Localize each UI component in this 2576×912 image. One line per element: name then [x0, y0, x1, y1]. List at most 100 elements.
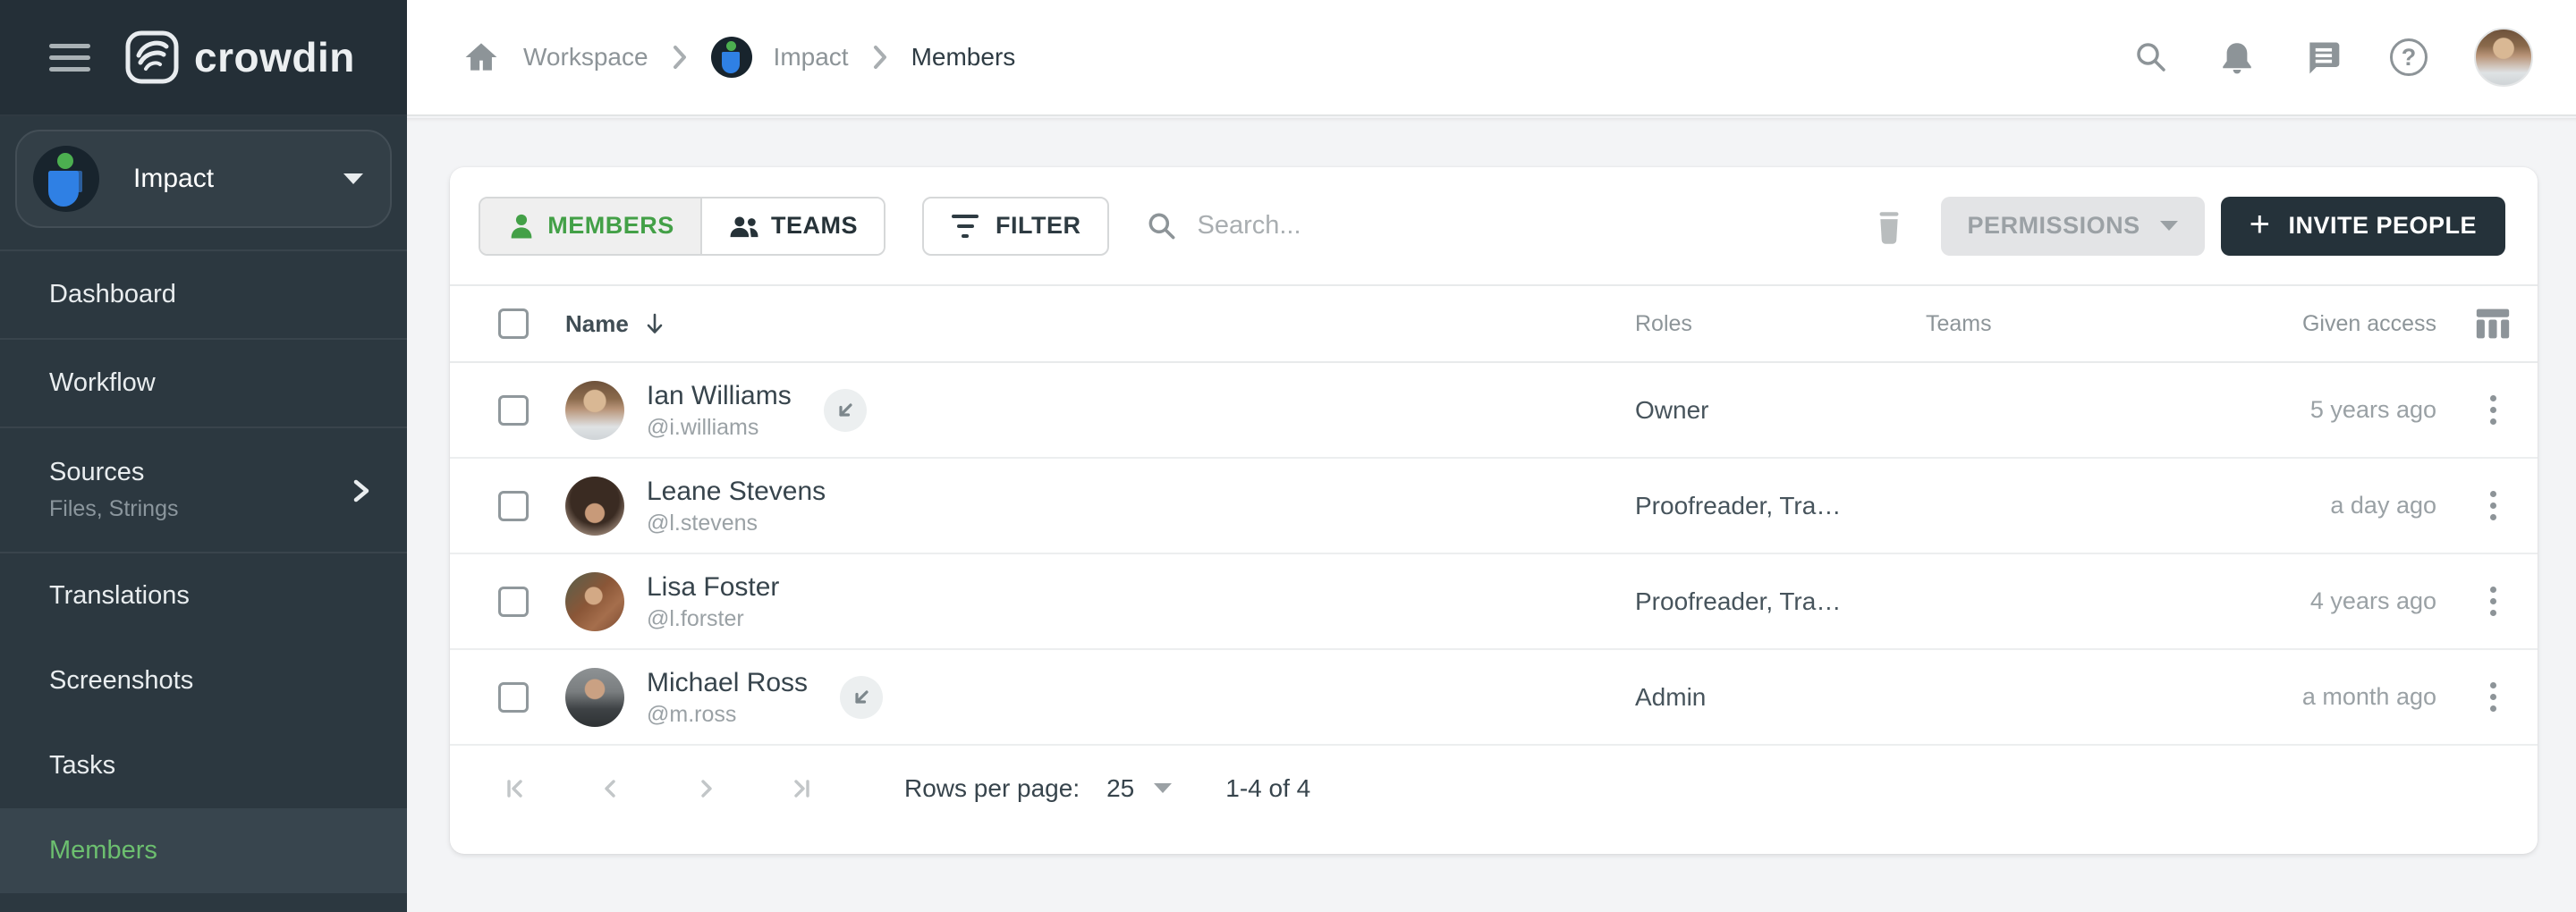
sidebar-item-label: Members — [49, 836, 157, 866]
row-checkbox[interactable] — [498, 491, 529, 521]
rows-per-page-select[interactable]: 25 — [1106, 774, 1172, 803]
table-row[interactable]: Michael Ross @m.ross Admin a month ago — [450, 650, 2538, 746]
member-avatar — [565, 477, 624, 536]
first-page-button[interactable] — [498, 771, 534, 806]
home-icon[interactable] — [461, 37, 502, 78]
tab-teams[interactable]: TEAMS — [702, 198, 884, 254]
trash-icon — [1870, 206, 1908, 247]
member-name: Michael Ross — [647, 667, 808, 699]
member-username: @l.forster — [647, 606, 779, 632]
member-name: Ian Williams — [647, 380, 792, 412]
row-menu-button[interactable] — [2481, 482, 2505, 529]
chevron-down-icon — [343, 173, 363, 184]
search-box — [1145, 209, 1572, 243]
arrow-southwest-badge — [840, 676, 883, 719]
view-switcher: MEMBERS TEAMS — [479, 197, 886, 256]
member-username: @l.stevens — [647, 511, 826, 536]
sidebar-item-label: Dashboard — [49, 280, 176, 309]
delete-button[interactable] — [1870, 206, 1908, 247]
chevron-right-icon — [348, 471, 375, 511]
sidebar-item-screenshots[interactable]: Screenshots — [0, 638, 407, 723]
pagination: Rows per page: 25 1-4 of 4 — [450, 746, 2538, 831]
brand-wordmark: crowdin — [194, 33, 355, 81]
row-menu-button[interactable] — [2481, 673, 2505, 721]
sidebar-item-label: Workflow — [49, 368, 156, 398]
last-page-icon — [783, 771, 818, 806]
sidebar-header: crowdin — [0, 0, 407, 116]
breadcrumb-members: Members — [911, 43, 1016, 72]
rows-per-page-value: 25 — [1106, 774, 1134, 803]
sidebar-item-sources[interactable]: Sources Files, Strings — [0, 428, 407, 553]
project-avatar — [33, 146, 99, 212]
sidebar-item-workflow[interactable]: Workflow — [0, 340, 407, 428]
table-row[interactable]: Ian Williams @i.williams Owner 5 years a… — [450, 363, 2538, 459]
member-name: Lisa Foster — [647, 571, 779, 604]
breadcrumb-project-avatar — [711, 37, 752, 78]
column-header-roles[interactable]: Roles — [1635, 311, 1926, 337]
invite-label: INVITE PEOPLE — [2288, 212, 2477, 240]
row-checkbox[interactable] — [498, 395, 529, 426]
search-icon — [1145, 209, 1179, 243]
help-icon[interactable]: ? — [2388, 37, 2429, 78]
search-input[interactable] — [1197, 211, 1572, 241]
tab-members[interactable]: MEMBERS — [480, 198, 702, 254]
user-avatar[interactable] — [2474, 28, 2533, 87]
main-content: MEMBERS TEAMS FILTER — [407, 118, 2576, 912]
search-icon[interactable] — [2131, 37, 2172, 78]
arrow-southwest-badge — [824, 389, 867, 432]
sidebar-item-members[interactable]: Members — [0, 808, 407, 893]
sidebar-item-label: Translations — [49, 581, 190, 611]
crowdin-logo-icon — [124, 30, 180, 85]
previous-page-button[interactable] — [593, 771, 629, 806]
filter-button[interactable]: FILTER — [922, 197, 1109, 256]
sidebar: crowdin Impact Dashboard Workflow Source… — [0, 0, 407, 912]
column-settings-button[interactable] — [2448, 307, 2538, 341]
member-username: @m.ross — [647, 702, 808, 728]
table-header: Name Roles Teams Given access — [450, 284, 2538, 363]
next-page-button[interactable] — [688, 771, 724, 806]
row-checkbox[interactable] — [498, 682, 529, 713]
row-menu-button[interactable] — [2481, 386, 2505, 434]
column-header-given-access[interactable]: Given access — [2284, 311, 2448, 337]
last-page-button[interactable] — [783, 771, 818, 806]
project-selector[interactable]: Impact — [15, 130, 392, 228]
member-username: @i.williams — [647, 415, 792, 441]
row-menu-button[interactable] — [2481, 578, 2505, 625]
breadcrumb-workspace[interactable]: Workspace — [523, 43, 648, 72]
table-row[interactable]: Lisa Foster @l.forster Proofreader, Tra…… — [450, 554, 2538, 650]
row-checkbox[interactable] — [498, 587, 529, 617]
column-header-teams[interactable]: Teams — [1926, 311, 2284, 337]
member-given-access: 4 years ago — [2284, 587, 2448, 615]
chevron-down-icon — [2160, 221, 2178, 231]
member-avatar — [565, 572, 624, 631]
table-body: Ian Williams @i.williams Owner 5 years a… — [450, 363, 2538, 746]
breadcrumb: Workspace Impact Members — [461, 37, 1015, 78]
person-icon — [506, 211, 537, 241]
column-header-name[interactable]: Name — [565, 310, 1635, 338]
sort-descending-icon — [643, 311, 666, 336]
columns-icon — [2475, 307, 2511, 341]
select-all-checkbox[interactable] — [498, 308, 529, 339]
table-row[interactable]: Leane Stevens @l.stevens Proofreader, Tr… — [450, 459, 2538, 554]
crowdin-logo[interactable]: crowdin — [124, 30, 355, 85]
member-given-access: a month ago — [2284, 683, 2448, 711]
invite-people-button[interactable]: + INVITE PEOPLE — [2221, 197, 2505, 256]
chevron-left-icon — [593, 771, 629, 806]
sidebar-item-dashboard[interactable]: Dashboard — [0, 251, 407, 340]
messages-icon[interactable] — [2302, 37, 2343, 78]
sidebar-item-tasks[interactable]: Tasks — [0, 723, 407, 808]
permissions-button[interactable]: PERMISSIONS — [1941, 197, 2205, 256]
member-avatar — [565, 381, 624, 440]
sidebar-nav: Dashboard Workflow Sources Files, String… — [0, 249, 407, 893]
tab-label: MEMBERS — [547, 212, 674, 240]
rows-per-page-label: Rows per page: — [904, 774, 1080, 803]
members-card: MEMBERS TEAMS FILTER — [450, 167, 2538, 854]
chevron-right-icon — [688, 771, 724, 806]
people-icon — [728, 211, 760, 241]
topbar: Workspace Impact Members — [407, 0, 2576, 116]
hamburger-menu-icon[interactable] — [49, 37, 90, 79]
notifications-bell-icon[interactable] — [2216, 37, 2258, 78]
member-roles: Proofreader, Tra… — [1635, 492, 1926, 520]
sidebar-item-translations[interactable]: Translations — [0, 553, 407, 638]
breadcrumb-project[interactable]: Impact — [774, 43, 849, 72]
